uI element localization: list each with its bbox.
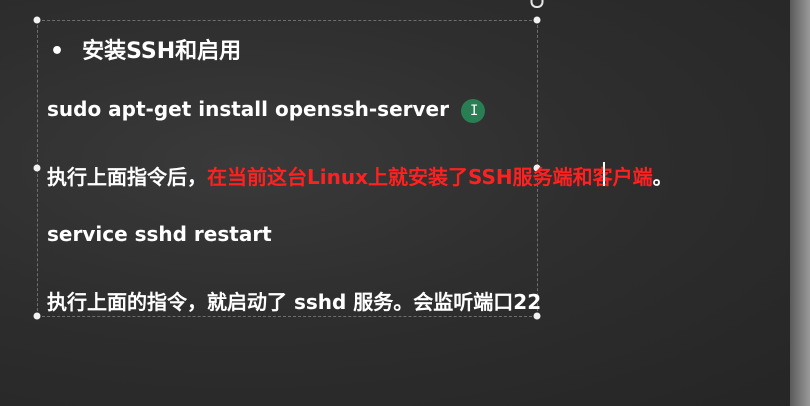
resize-handle-top-left[interactable] xyxy=(33,16,41,24)
resize-handle-middle-left[interactable] xyxy=(33,164,41,172)
restart-command-text[interactable]: service sshd restart xyxy=(47,222,272,246)
install-description-suffix: 。 xyxy=(652,165,673,189)
selection-frame-bottom xyxy=(37,316,537,317)
slide-heading[interactable]: • 安装SSH和启用 xyxy=(50,33,241,65)
selection-frame-top xyxy=(37,20,537,21)
install-command-text[interactable]: sudo apt-get install openssh-server xyxy=(47,97,449,121)
text-caret xyxy=(603,162,605,186)
install-description-prefix: 执行上面指令后， xyxy=(47,165,207,189)
i-beam-cursor-icon: I xyxy=(470,103,479,119)
install-description-text[interactable]: 执行上面指令后，在当前这台Linux上就安装了SSH服务端和客户端。 xyxy=(47,161,673,190)
resize-handle-top-right[interactable] xyxy=(533,16,541,24)
heading-text: 安装SSH和启用 xyxy=(82,39,242,64)
window-edge-strip xyxy=(790,0,810,406)
heading-bullet: • xyxy=(50,39,65,64)
install-description-highlight: 在当前这台Linux上就安装了SSH服务端和客户端 xyxy=(207,165,653,189)
restart-description-text[interactable]: 执行上面的指令，就启动了 sshd 服务。会监听端口22 xyxy=(47,286,541,315)
resize-handle-bottom-left[interactable] xyxy=(33,312,41,320)
